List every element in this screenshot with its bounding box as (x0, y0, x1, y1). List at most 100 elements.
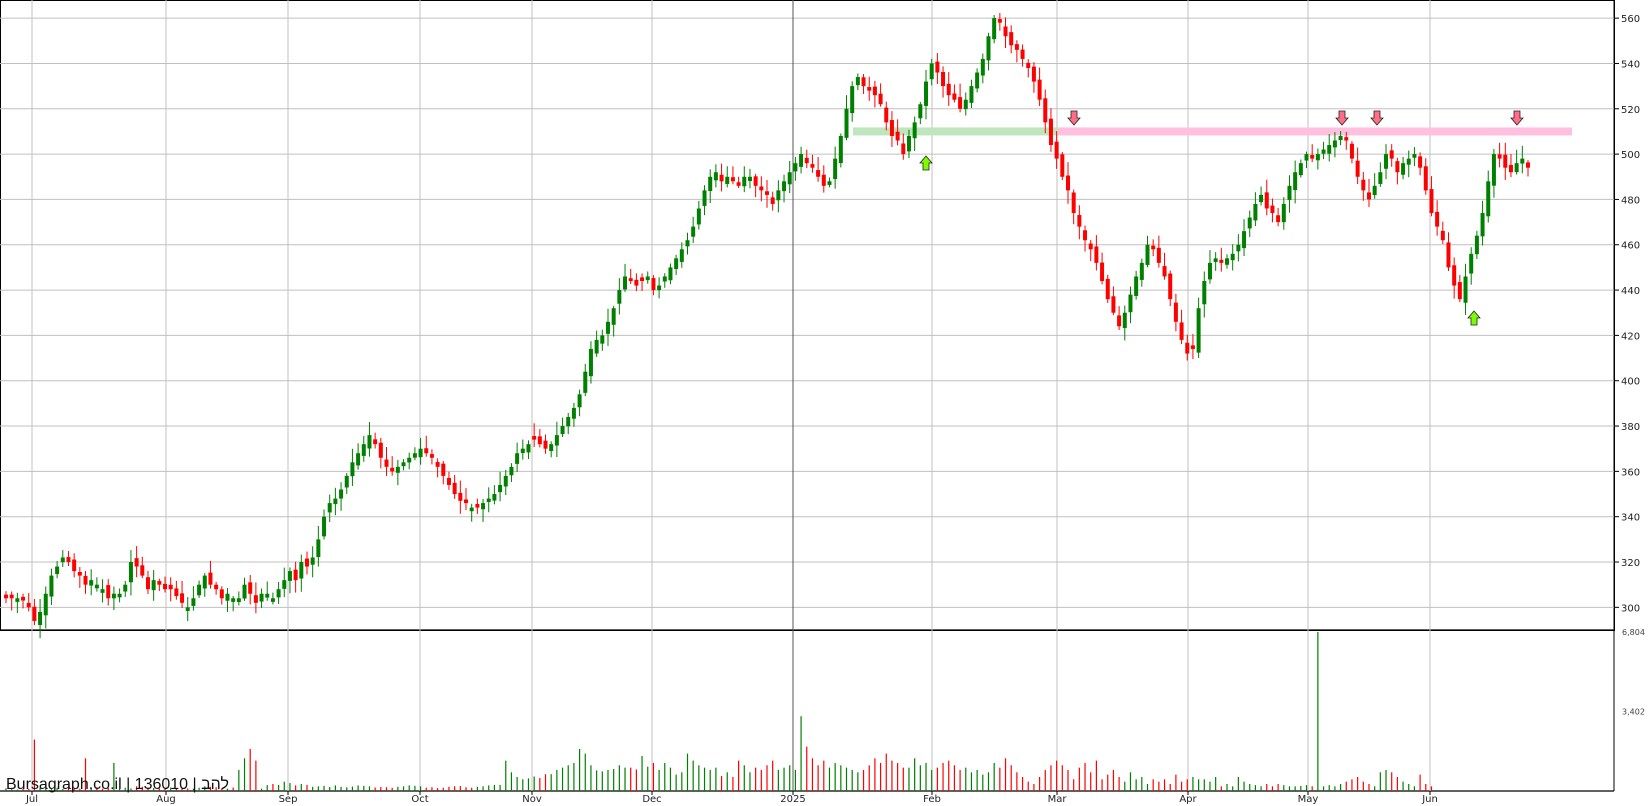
candle-body (1219, 259, 1224, 263)
y-tick-label: 480 (1621, 195, 1640, 206)
candle-body (1423, 166, 1428, 191)
candle-body (1406, 158, 1411, 165)
x-tick-label: May (1298, 794, 1319, 805)
candle-body (657, 285, 662, 291)
candle-body (975, 72, 980, 89)
candle-body (299, 562, 304, 579)
candle-body (526, 444, 531, 453)
candle-body (725, 176, 730, 185)
candle-body (753, 176, 758, 186)
candle-body (1491, 154, 1496, 186)
candle-body (730, 177, 735, 182)
candle-body (628, 278, 633, 282)
candle-body (901, 143, 906, 155)
candle-body (782, 181, 787, 192)
candle-body (1264, 192, 1269, 209)
candle-body (736, 182, 741, 186)
candle-body (605, 321, 610, 334)
candle-body (151, 580, 156, 591)
candle-body (43, 593, 48, 616)
candle-body (1088, 243, 1093, 250)
candle-body (1168, 273, 1173, 300)
candle-body (1457, 282, 1462, 300)
candle-body (1162, 266, 1167, 277)
x-tick-label: Jun (1421, 794, 1438, 805)
candle-body (1236, 244, 1241, 252)
candle-body (316, 539, 321, 558)
candle-body (1372, 185, 1377, 196)
candle-body (492, 494, 497, 501)
candle-body (1151, 245, 1156, 250)
zones (853, 127, 1572, 136)
candle-body (1452, 265, 1457, 286)
candle-body (225, 593, 230, 601)
candle-body (1332, 140, 1337, 148)
candle-body (986, 36, 991, 61)
candle-body (1156, 247, 1161, 263)
candle-body (1435, 211, 1440, 227)
candle-body (458, 492, 463, 501)
candle-body (861, 77, 866, 87)
candle-body (163, 583, 168, 590)
candle-body (202, 575, 207, 589)
candle-body (214, 584, 219, 590)
candle-body (344, 475, 349, 488)
candle-body (32, 606, 37, 621)
candle-body (958, 97, 963, 109)
candle-body (1071, 192, 1076, 214)
candle-body (1134, 276, 1139, 296)
candle-body (1349, 143, 1354, 159)
candle-body (259, 593, 264, 602)
candle-body (583, 371, 588, 393)
candle-body (66, 557, 71, 563)
resistance-zone-band (1058, 127, 1572, 136)
candle-body (816, 170, 821, 177)
candle-body (702, 190, 707, 206)
candle-body (520, 448, 525, 453)
candle-body (1384, 154, 1389, 169)
candle-body (1094, 246, 1099, 263)
candle-body (157, 581, 162, 585)
candle-body (810, 164, 815, 168)
candle-body (248, 582, 253, 594)
candle-body (1247, 217, 1252, 229)
candle-body (1293, 172, 1298, 191)
candle-body (276, 589, 281, 598)
candle-body (1378, 172, 1383, 184)
candle-body (1083, 230, 1088, 241)
candle-body (1145, 244, 1150, 265)
candle-body (662, 276, 667, 282)
candle-body (185, 607, 190, 611)
candle-body (1463, 276, 1468, 303)
candle-body (168, 584, 173, 590)
candle-body (304, 558, 309, 567)
candle-body (111, 593, 116, 599)
candle-body (1389, 150, 1394, 159)
x-tick-label: Aug (156, 794, 176, 805)
candle-body (787, 172, 792, 185)
candle-body (549, 444, 554, 452)
candle-body (1514, 163, 1519, 173)
candle-body (378, 442, 383, 458)
y-tick-label: 360 (1621, 467, 1640, 478)
candle-body (1310, 155, 1315, 159)
candle-body (55, 566, 60, 575)
candle-body (89, 580, 94, 586)
candle-body (1298, 163, 1303, 176)
candle-body (679, 249, 684, 262)
candle-body (1020, 49, 1025, 59)
candle-body (696, 208, 701, 225)
x-tick-label: Feb (923, 794, 941, 805)
candle-body (651, 278, 656, 291)
candle-body (1259, 194, 1264, 203)
candle-body (197, 584, 202, 596)
candle-body (242, 584, 247, 599)
candle-body (100, 589, 105, 593)
candle-body (1474, 235, 1479, 255)
candle-body (1281, 203, 1286, 223)
candle-body (134, 558, 139, 567)
candle-body (1031, 66, 1036, 82)
candle-body (588, 348, 593, 377)
volume-tick-label: 3,402 (1622, 708, 1645, 717)
x-tick-label: Jul (25, 794, 38, 805)
